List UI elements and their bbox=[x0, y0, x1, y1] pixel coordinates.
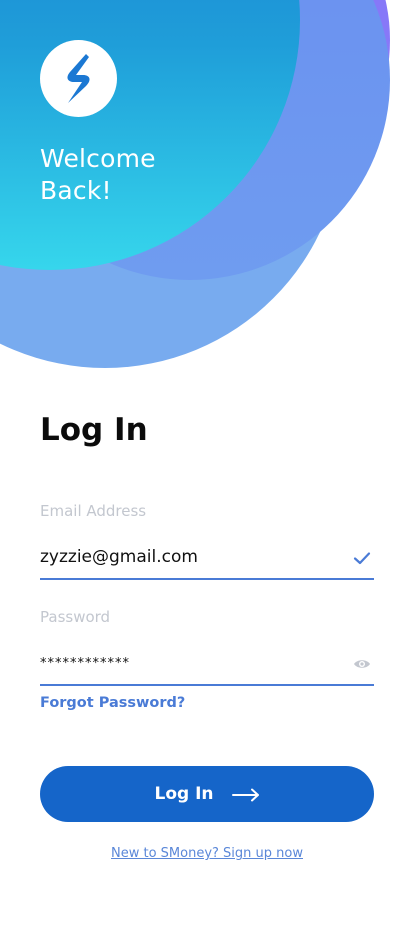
password-input[interactable] bbox=[40, 644, 340, 682]
password-input-row bbox=[40, 644, 374, 686]
page-title: Log In bbox=[40, 412, 148, 448]
email-label: Email Address bbox=[40, 502, 147, 520]
welcome-heading: Welcome Back! bbox=[40, 143, 156, 207]
signup-link[interactable]: New to SMoney? Sign up now bbox=[111, 846, 303, 861]
forgot-password-link[interactable]: Forgot Password? bbox=[40, 694, 185, 712]
email-input-row bbox=[40, 538, 374, 580]
password-field: Password bbox=[40, 608, 374, 686]
arrow-right-icon bbox=[231, 787, 260, 802]
welcome-line-2: Back! bbox=[40, 176, 112, 205]
email-field: Email Address bbox=[40, 502, 374, 580]
checkmark-icon bbox=[352, 548, 372, 568]
smoney-logo bbox=[40, 40, 117, 117]
login-button[interactable]: Log In bbox=[40, 766, 374, 822]
password-label: Password bbox=[40, 608, 111, 626]
email-input[interactable] bbox=[40, 538, 340, 576]
eye-icon[interactable] bbox=[352, 654, 372, 674]
welcome-line-1: Welcome bbox=[40, 144, 156, 173]
login-button-label: Log In bbox=[154, 784, 214, 804]
signup-row: New to SMoney? Sign up now bbox=[0, 846, 414, 862]
